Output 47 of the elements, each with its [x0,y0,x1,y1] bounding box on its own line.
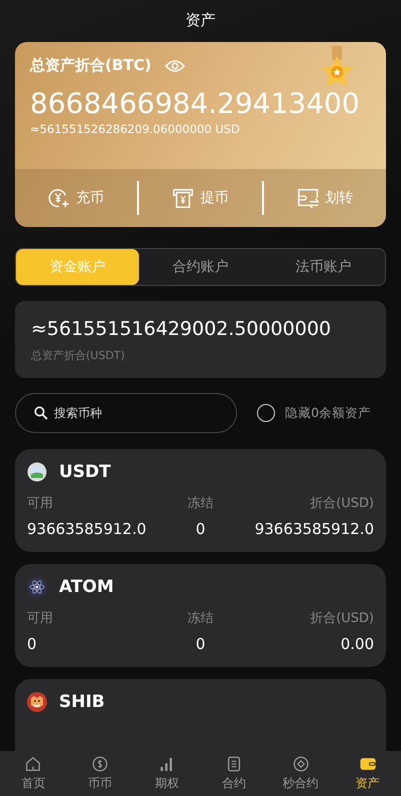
nav-item[interactable]: 秒合约 [267,751,334,796]
balance-value: 0.00 [340,635,374,653]
search-field[interactable]: 搜索币种 [15,393,237,433]
nav-item[interactable]: 币币 [66,751,134,796]
nav-item[interactable]: 合约 [200,751,268,796]
coin-name: SHIB [59,692,105,712]
total-assets-label: 总资产折合(BTC) [30,56,152,75]
transfer-icon [296,187,319,209]
balance-value: 0 [194,520,206,538]
column-label: 折合(USD) [309,610,374,627]
dollar-coin-icon [91,755,110,773]
page-title: 资产 [184,10,216,31]
radio-button[interactable] [257,404,275,422]
search-icon [34,406,48,420]
usd-equivalent: ≈561551526286209.06000000 USD [30,122,241,136]
total-caption: 总资产折合(USDT) [31,348,126,363]
nav-item[interactable]: 期权 [134,751,200,796]
image-icon [27,462,47,482]
atom-icon [27,577,47,597]
atm-icon [172,187,194,209]
column-label: 冻结 [188,495,214,512]
coin-card[interactable]: ATOM 可用 冻结 折合(USD) 0 0 0.00 [15,564,386,667]
column-label: 冻结 [188,610,214,627]
home-icon [24,755,42,773]
hide-zero-toggle[interactable]: 隐藏0余额资产 [257,404,371,422]
balance-value: 93663585912.0 [254,520,374,538]
dog-face-icon [27,692,47,712]
yen-plus-icon [48,187,70,209]
total-value: ≈561551516429002.50000000 [31,318,332,340]
coin-card[interactable]: SHIB [15,679,386,751]
balance-value: 0 [27,635,38,653]
account-tab[interactable]: 合约账户 [139,249,262,285]
coin-card[interactable]: USDT 可用 冻结 折合(USD) 93663585912.0 0 93663585912.0 [15,449,386,552]
column-label: 可用 [27,610,54,627]
column-label: 可用 [27,495,54,512]
target-icon [292,755,310,773]
account-tab[interactable]: 法币账户 [262,249,385,285]
coin-name: ATOM [59,577,114,597]
balance-value: 0 [194,635,206,653]
balance-value: 93663585912.0 [27,520,148,538]
wallet-icon [358,755,377,773]
nav-item[interactable]: 首页 [0,751,67,796]
coin-name: USDT [59,462,111,482]
nav-item[interactable]: 资产 [334,751,401,796]
btc-balance: 8668466984.29413400 [30,87,361,120]
action-button[interactable]: 充币 [15,181,138,215]
column-label: 折合(USD) [309,495,374,512]
